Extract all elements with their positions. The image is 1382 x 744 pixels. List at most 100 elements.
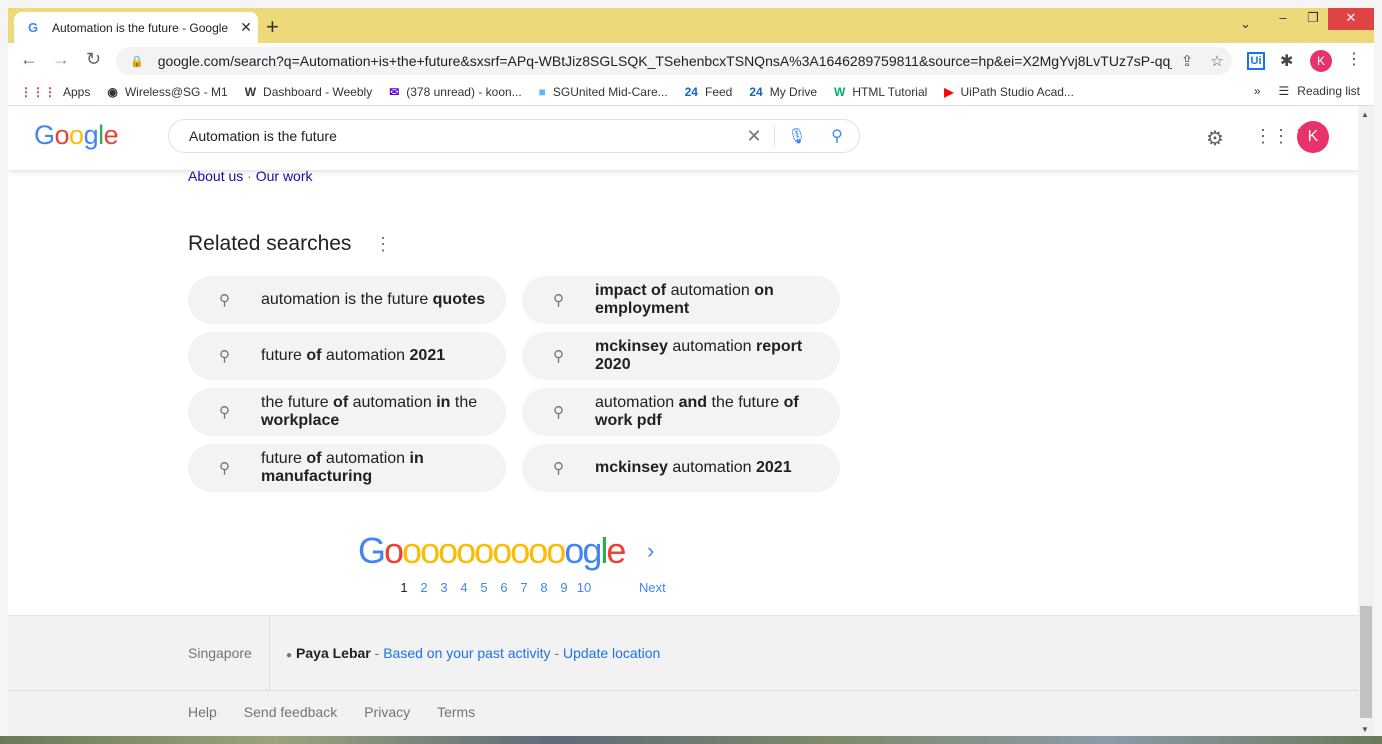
active-tab[interactable]: G Automation is the future - Google ✕ xyxy=(14,12,258,43)
related-search-chip[interactable]: ⚲ future of automation in manufacturing xyxy=(188,444,506,492)
our-work-link[interactable]: Our work xyxy=(256,168,313,184)
update-location-link[interactable]: Update location xyxy=(563,645,660,661)
search-icon: ⚲ xyxy=(219,460,230,477)
related-search-fragment: quotes xyxy=(432,291,486,308)
footer-dash: - xyxy=(370,645,384,661)
search-query-text[interactable]: Automation is the future xyxy=(189,128,738,144)
location-dot-icon: ● xyxy=(286,650,293,661)
place-name: Paya Lebar xyxy=(296,645,371,661)
search-input[interactable]: Automation is the future ✕ 🎙 ⚲ xyxy=(168,119,860,153)
share-icon[interactable]: ⇪ xyxy=(1172,52,1202,70)
more-options-icon[interactable]: ⋮ xyxy=(374,234,392,255)
bookmark-item[interactable]: 24 My Drive xyxy=(749,85,817,99)
related-search-fragment: the xyxy=(450,394,478,411)
about-links: About us · Our work xyxy=(188,168,313,184)
page-number-link[interactable]: 4 xyxy=(454,580,474,595)
footer-link[interactable]: Terms xyxy=(437,704,475,720)
related-search-fragment: and xyxy=(678,394,708,411)
related-search-fragment: the future xyxy=(261,394,334,411)
next-chevron-icon[interactable]: › xyxy=(647,538,654,564)
related-search-chip[interactable]: ⚲ automation is the future quotes xyxy=(188,276,506,324)
related-search-chip[interactable]: ⚲ future of automation 2021 xyxy=(188,332,506,380)
microphone-icon[interactable]: 🎙 xyxy=(779,127,815,145)
next-link[interactable]: Next xyxy=(639,580,666,595)
footer-location: Singapore ● Paya Lebar - Based on your pa… xyxy=(8,616,1358,691)
bookmark-star-icon[interactable]: ☆ xyxy=(1202,52,1232,70)
page-number-link[interactable]: 8 xyxy=(534,580,554,595)
back-arrow-icon[interactable]: ← xyxy=(20,49,38,70)
page-number-link[interactable]: 10 xyxy=(574,580,594,595)
page-number-link[interactable]: 9 xyxy=(554,580,574,595)
reading-list-label[interactable]: Reading list xyxy=(1297,84,1360,98)
bookmark-label: Apps xyxy=(63,85,91,99)
pagination: Gooooooooooogle › 1 2 3 4 5 6 7 8 9 10 Next xyxy=(358,530,678,600)
footer-link[interactable]: Privacy xyxy=(364,704,410,720)
bookmark-item[interactable]: W HTML Tutorial xyxy=(834,85,927,99)
account-avatar[interactable]: K xyxy=(1297,121,1329,153)
page-scrollbar[interactable]: ▲ ▼ xyxy=(1358,106,1374,736)
reading-list-icon[interactable]: ☰ xyxy=(1279,84,1290,98)
related-search-fragment: impact of xyxy=(595,282,667,299)
lock-icon[interactable]: 🔒 xyxy=(130,55,144,68)
uipath-extension-icon[interactable]: Ui xyxy=(1247,52,1265,70)
reload-icon[interactable]: ↻ xyxy=(86,49,101,70)
bookmark-item[interactable]: ■ SGUnited Mid-Care... xyxy=(539,85,668,99)
more-bookmarks-icon[interactable]: » xyxy=(1254,84,1261,98)
weebly-icon: W xyxy=(244,85,257,99)
related-search-fragment: 2021 xyxy=(756,459,792,476)
browser-window: G Automation is the future - Google ✕ + … xyxy=(8,8,1374,736)
search-icon: ⚲ xyxy=(219,292,230,309)
bookmark-item[interactable]: ▶ UiPath Studio Acad... xyxy=(944,85,1074,99)
related-search-fragment: automation xyxy=(321,450,410,467)
browser-menu-icon[interactable]: ⋮ xyxy=(1346,49,1362,69)
new-tab-icon[interactable]: + xyxy=(266,14,279,40)
related-search-chip[interactable]: ⚲ the future of automation in the workpla… xyxy=(188,388,506,436)
page-number-link[interactable]: 7 xyxy=(514,580,534,595)
search-icon[interactable]: ⚲ xyxy=(815,126,859,146)
taskbar xyxy=(0,736,1382,744)
footer-link[interactable]: Help xyxy=(188,704,217,720)
clear-icon[interactable]: ✕ xyxy=(738,126,770,147)
minimize-icon[interactable]: – xyxy=(1268,8,1298,30)
profile-avatar[interactable]: K xyxy=(1310,50,1332,72)
pagination-logo: Gooooooooooogle xyxy=(358,530,626,572)
drive-icon: 24 xyxy=(749,85,763,99)
settings-gear-icon[interactable]: ⚙ xyxy=(1206,126,1224,151)
bookmark-item[interactable]: ◉ Wireless@SG - M1 xyxy=(107,85,227,99)
page-number-link[interactable]: 5 xyxy=(474,580,494,595)
footer-link[interactable]: Send feedback xyxy=(244,704,337,720)
related-search-fragment: mckinsey xyxy=(595,459,668,476)
forward-arrow-icon[interactable]: → xyxy=(52,49,70,70)
scroll-down-icon[interactable]: ▼ xyxy=(1361,725,1369,734)
related-search-chip[interactable]: ⚲ impact of automation on employment xyxy=(522,276,840,324)
logo-letter: o xyxy=(564,530,584,571)
window-close-icon[interactable]: ✕ xyxy=(1328,8,1374,30)
scroll-up-icon[interactable]: ▲ xyxy=(1361,110,1369,119)
bookmark-item[interactable]: 24 Feed xyxy=(685,85,733,99)
bookmark-item[interactable]: ✉ (378 unread) - koon... xyxy=(389,85,521,99)
related-search-text: impact of automation on employment xyxy=(595,282,840,318)
tab-close-icon[interactable]: ✕ xyxy=(234,19,258,36)
extensions-puzzle-icon[interactable]: ✱ xyxy=(1280,51,1293,71)
scrollbar-thumb[interactable] xyxy=(1360,606,1372,718)
page-number-link[interactable]: 3 xyxy=(434,580,454,595)
related-search-fragment: automation xyxy=(667,459,756,476)
bookmark-item[interactable]: ⋮⋮⋮ Apps xyxy=(20,85,90,99)
related-search-chip[interactable]: ⚲ mckinsey automation 2021 xyxy=(522,444,840,492)
past-activity-link[interactable]: Based on your past activity xyxy=(383,645,550,661)
related-search-fragment: 2021 xyxy=(409,347,446,364)
tab-search-chevron-icon[interactable]: ⌄ xyxy=(1240,16,1251,32)
page-number-link[interactable]: 2 xyxy=(414,580,434,595)
page-number-link[interactable]: 1 xyxy=(394,580,414,595)
bookmark-item[interactable]: W Dashboard - Weebly xyxy=(245,85,373,99)
address-bar[interactable]: 🔒 google.com/search?q=Automation+is+the+… xyxy=(116,47,1232,75)
page-number-link[interactable]: 6 xyxy=(494,580,514,595)
related-search-chip[interactable]: ⚲ automation and the future of work pdf xyxy=(522,388,840,436)
search-icon: ⚲ xyxy=(219,348,230,365)
restore-icon[interactable]: ❐ xyxy=(1298,8,1328,30)
google-header: Google Automation is the future ✕ 🎙 ⚲ ⚙ … xyxy=(8,106,1358,170)
related-search-chip[interactable]: ⚲ mckinsey automation report 2020 xyxy=(522,332,840,380)
google-logo[interactable]: Google xyxy=(34,120,119,151)
about-us-link[interactable]: About us xyxy=(188,168,243,184)
page-icon: ■ xyxy=(538,85,546,99)
